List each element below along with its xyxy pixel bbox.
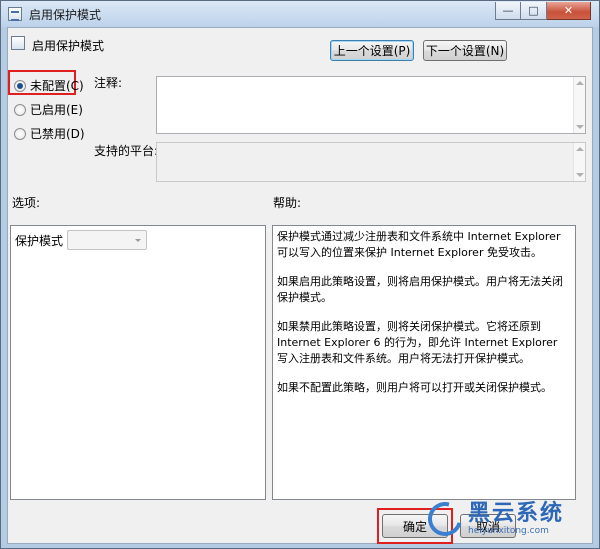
scroll-up-arrow-icon[interactable] xyxy=(576,147,584,151)
radio-disabled[interactable]: 已禁用(D) xyxy=(14,125,85,142)
policy-icon xyxy=(8,7,22,21)
supported-platform-label: 支持的平台: xyxy=(94,144,159,158)
watermark-text: 黑云系统 heiyunxitong.com xyxy=(468,500,565,537)
platform-scrollbar[interactable] xyxy=(573,143,585,181)
minimize-button[interactable]: — xyxy=(495,2,521,20)
comment-scrollbar[interactable] xyxy=(573,77,585,133)
help-paragraph: 如果不配置此策略，则用户将可以打开或关闭保护模式。 xyxy=(277,381,552,394)
radio-enabled[interactable]: 已启用(E) xyxy=(14,101,83,118)
help-paragraph: 保护模式通过减少注册表和文件系统中 Internet Explorer 可以写入… xyxy=(277,230,561,259)
next-setting-button[interactable]: 下一个设置(N) xyxy=(423,40,507,61)
scroll-up-arrow-icon[interactable] xyxy=(576,81,584,85)
help-paragraph: 如果禁用此策略设置，则将关闭保护模式。它将还原到 Internet Explor… xyxy=(277,320,558,365)
maximize-button[interactable]: □ xyxy=(521,2,547,20)
radio-button[interactable] xyxy=(14,127,26,140)
help-panel: 保护模式通过减少注册表和文件系统中 Internet Explorer 可以写入… xyxy=(272,225,576,500)
previous-setting-button[interactable]: 上一个设置(P) xyxy=(330,40,414,61)
scroll-down-arrow-icon[interactable] xyxy=(576,125,584,129)
help-paragraph: 如果启用此策略设置，则将启用保护模式。用户将无法关闭保护模式。 xyxy=(277,275,563,304)
chevron-down-icon xyxy=(135,239,141,242)
watermark-url: heiyunxitong.com xyxy=(468,525,549,536)
watermark-logo-icon xyxy=(421,495,469,543)
close-button[interactable]: ✕ xyxy=(547,2,591,20)
radio-not-configured[interactable]: 未配置(C) xyxy=(14,77,84,94)
radio-label: 未配置(C) xyxy=(30,79,84,93)
radio-label: 已启用(E) xyxy=(30,103,83,117)
dialog-client-area: 启用保护模式 上一个设置(P) 下一个设置(N) 未配置(C) 已启用(E) 已… xyxy=(7,27,593,544)
policy-dialog-window: 启用保护模式 — □ ✕ 启用保护模式 上一个设置(P) 下一个设置(N) 未配… xyxy=(0,0,600,549)
scroll-down-arrow-icon[interactable] xyxy=(576,173,584,177)
radio-button[interactable] xyxy=(14,103,26,116)
options-section-label: 选项: xyxy=(12,196,41,210)
window-controls: — □ ✕ xyxy=(495,2,591,21)
supported-platform-box xyxy=(156,142,586,182)
options-panel: 保护模式 xyxy=(10,225,266,500)
watermark: 黑云系统 heiyunxitong.com xyxy=(421,495,588,543)
protection-mode-label: 保护模式 xyxy=(15,234,64,248)
radio-label: 已禁用(D) xyxy=(30,127,85,141)
comment-textbox[interactable] xyxy=(156,76,586,134)
help-section-label: 帮助: xyxy=(273,196,302,210)
protection-mode-dropdown[interactable] xyxy=(67,230,147,250)
watermark-title: 黑云系统 xyxy=(468,500,565,526)
policy-setting-icon xyxy=(11,36,25,50)
comment-label: 注释: xyxy=(94,76,123,90)
radio-button-checked[interactable] xyxy=(14,79,26,92)
title-bar[interactable]: 启用保护模式 — □ ✕ xyxy=(1,1,599,27)
window-title: 启用保护模式 xyxy=(29,8,102,22)
policy-name: 启用保护模式 xyxy=(32,39,105,53)
